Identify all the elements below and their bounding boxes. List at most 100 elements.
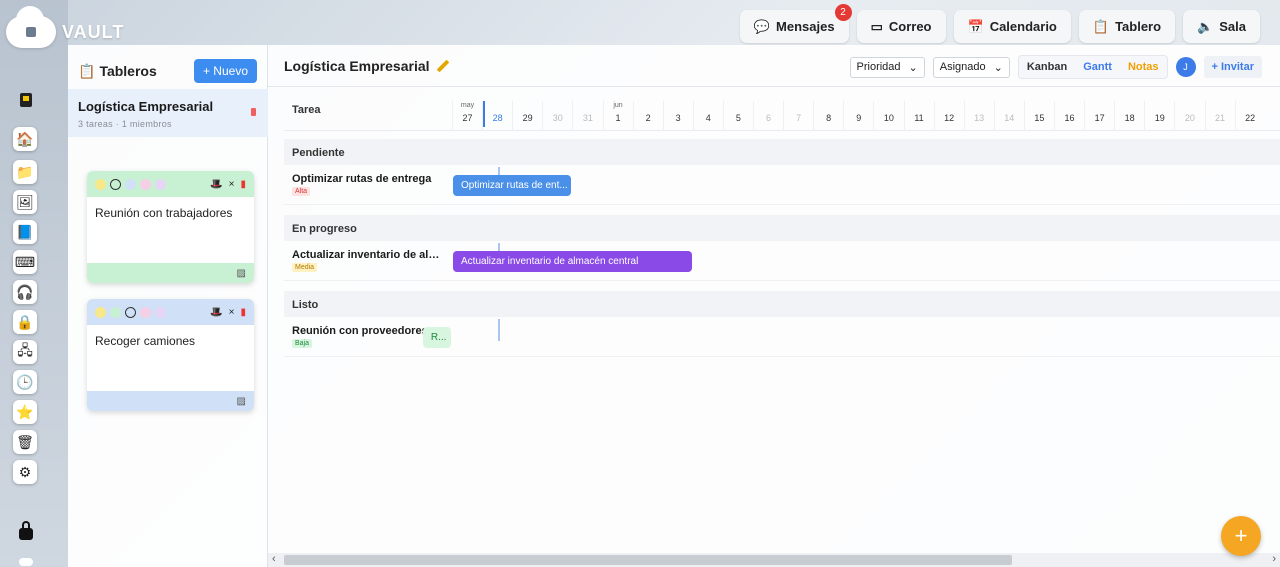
view-kanban-tab[interactable]: Kanban bbox=[1019, 56, 1075, 78]
resize-icon[interactable]: ▨ bbox=[237, 396, 246, 407]
task-bar[interactable]: R... bbox=[422, 327, 451, 348]
month-label bbox=[995, 101, 1024, 111]
document-icon[interactable]: 📘 bbox=[13, 220, 37, 244]
close-icon[interactable]: × bbox=[229, 179, 235, 190]
board-item[interactable]: Logística Empresarial 3 tareas · 1 miemb… bbox=[68, 89, 268, 137]
padlock-icon[interactable] bbox=[20, 93, 32, 107]
priority-select[interactable]: Prioridad ⌄ bbox=[849, 56, 925, 78]
close-icon[interactable]: × bbox=[229, 307, 235, 318]
delete-board-icon[interactable] bbox=[251, 108, 256, 116]
color-yellow-option[interactable] bbox=[95, 178, 106, 190]
day-number: 20 bbox=[1184, 113, 1195, 123]
pencil-icon[interactable] bbox=[436, 59, 449, 73]
month-label bbox=[1206, 101, 1235, 111]
color-blue-option[interactable] bbox=[125, 178, 136, 190]
nav-correo-button[interactable]: ▭ Correo bbox=[856, 10, 946, 43]
boards-panel: 📋 Tableros + Nuevo Logística Empresarial… bbox=[68, 45, 268, 567]
nav-calendario-button[interactable]: 📅 Calendario bbox=[953, 10, 1071, 43]
add-task-button[interactable]: + bbox=[1221, 516, 1261, 556]
star-icon[interactable]: ⭐ bbox=[13, 400, 37, 424]
day-number: 1 bbox=[615, 113, 621, 123]
keyboard-icon[interactable]: ⌨ bbox=[13, 250, 37, 274]
lock-icon[interactable]: 🔒 bbox=[13, 310, 37, 334]
left-rail: VAULT 🏠 📁 🖼 📘 ⌨ 🎧 🔒 🖧 🕒 ⭐ 🗑 ⚙ bbox=[0, 0, 123, 567]
rail-handle[interactable] bbox=[19, 558, 33, 566]
board-header: Logística Empresarial Prioridad ⌄ Asigna… bbox=[268, 45, 1280, 87]
nav-tablero-button[interactable]: 📋 Tablero bbox=[1078, 10, 1176, 43]
day-number: 8 bbox=[826, 113, 832, 123]
month-label bbox=[1025, 101, 1054, 111]
folder-icon[interactable]: 📁 bbox=[13, 160, 37, 184]
network-icon[interactable]: 🖧 bbox=[13, 340, 37, 364]
status-group-label: Listo bbox=[292, 299, 319, 311]
task-bar[interactable]: Actualizar inventario de almacén central bbox=[453, 251, 692, 272]
nav-label: Sala bbox=[1219, 19, 1246, 34]
day-number: 30 bbox=[552, 113, 563, 123]
priority-badge: Baja bbox=[292, 339, 313, 348]
day-number: 10 bbox=[883, 113, 894, 123]
task-bar[interactable]: Optimizar rutas de ent... bbox=[453, 175, 572, 196]
month-label bbox=[573, 101, 602, 111]
task-name[interactable]: Actualizar inventario de alm... bbox=[292, 249, 447, 261]
color-pink-option[interactable] bbox=[140, 178, 151, 190]
scroll-left-icon[interactable]: ‹ bbox=[272, 553, 276, 565]
headphones-icon[interactable]: 🎧 bbox=[13, 280, 37, 304]
note-text[interactable]: Reunión con trabajadores bbox=[87, 197, 254, 263]
day-column: 20 bbox=[1174, 101, 1204, 131]
nav-sala-button[interactable]: 🔈 Sala bbox=[1183, 10, 1260, 43]
view-switcher: Kanban Gantt Notas bbox=[1017, 55, 1168, 79]
view-notas-tab[interactable]: Notas bbox=[1120, 56, 1167, 78]
mail-icon: ▭ bbox=[870, 18, 883, 34]
view-gantt-tab[interactable]: Gantt bbox=[1075, 56, 1120, 78]
color-pink-option[interactable] bbox=[140, 306, 151, 318]
settings-icon[interactable]: ⚙ bbox=[13, 460, 37, 484]
day-column: may 27 bbox=[452, 101, 482, 131]
note-toolbar: 🎩 × ▮ bbox=[87, 299, 254, 325]
day-number: 22 bbox=[1245, 113, 1256, 123]
resize-icon[interactable]: ▨ bbox=[237, 268, 246, 279]
top-navigation: 💬 Mensajes 2 ▭ Correo 📅 Calendario 📋 Tablero 🔈 Sal… bbox=[739, 4, 1260, 43]
clipboard-icon: 📋 bbox=[1092, 18, 1110, 34]
invite-button[interactable]: + Invitar bbox=[1203, 56, 1262, 78]
task-row[interactable]: Optimizar rutas de entrega Alta Optimizar … bbox=[284, 165, 1280, 205]
day-column: 16 bbox=[1054, 101, 1084, 131]
day-number: 16 bbox=[1064, 113, 1075, 123]
color-purple-option[interactable] bbox=[155, 306, 166, 318]
trash-icon[interactable]: 🗑 bbox=[13, 430, 37, 454]
avatar[interactable]: J bbox=[1175, 57, 1196, 77]
note-text[interactable]: Recoger camiones bbox=[87, 325, 254, 391]
home-icon[interactable]: 🏠 bbox=[13, 127, 37, 151]
day-number: 13 bbox=[974, 113, 985, 123]
assignee-select[interactable]: Asignado ⌄ bbox=[932, 56, 1010, 78]
horizontal-scrollbar[interactable]: ‹ › bbox=[268, 553, 1280, 567]
delete-icon[interactable]: ▮ bbox=[240, 307, 246, 318]
day-number: 17 bbox=[1094, 113, 1105, 123]
day-number: 11 bbox=[914, 113, 924, 123]
day-column: 7 bbox=[783, 101, 813, 131]
hat-icon[interactable]: 🎩 bbox=[210, 307, 222, 318]
day-column: 21 bbox=[1204, 101, 1235, 131]
nav-mensajes-button[interactable]: 💬 Mensajes 2 bbox=[739, 4, 852, 43]
hat-icon[interactable]: 🎩 bbox=[210, 179, 222, 190]
cloud-lock-icon bbox=[6, 6, 56, 48]
sticky-note[interactable]: 🎩 × ▮ Reunión con trabajadores ▨ bbox=[87, 171, 254, 283]
task-row[interactable]: Actualizar inventario de alm... Media Actu… bbox=[284, 241, 1280, 281]
color-purple-option[interactable] bbox=[155, 178, 166, 190]
month-label bbox=[1175, 101, 1204, 111]
delete-icon[interactable]: ▮ bbox=[240, 179, 246, 190]
color-blue-option[interactable] bbox=[125, 306, 136, 318]
new-board-button[interactable]: + Nuevo bbox=[193, 59, 257, 83]
scroll-thumb[interactable] bbox=[284, 555, 1012, 565]
color-yellow-option[interactable] bbox=[95, 306, 106, 318]
color-green-option[interactable] bbox=[110, 306, 121, 318]
status-group-header: Listo bbox=[284, 291, 1280, 317]
lock-screen-icon[interactable] bbox=[19, 521, 33, 541]
sticky-note[interactable]: 🎩 × ▮ Recoger camiones ▨ bbox=[87, 299, 254, 411]
task-row[interactable]: Reunión con proveedores Baja R... bbox=[284, 317, 1280, 357]
image-icon[interactable]: 🖼 bbox=[13, 190, 37, 214]
task-name[interactable]: Optimizar rutas de entrega bbox=[292, 173, 447, 185]
clock-icon[interactable]: 🕒 bbox=[13, 370, 37, 394]
scroll-right-icon[interactable]: › bbox=[1272, 553, 1276, 565]
color-green-option[interactable] bbox=[110, 178, 121, 190]
board-title: Logística Empresarial bbox=[284, 58, 450, 74]
